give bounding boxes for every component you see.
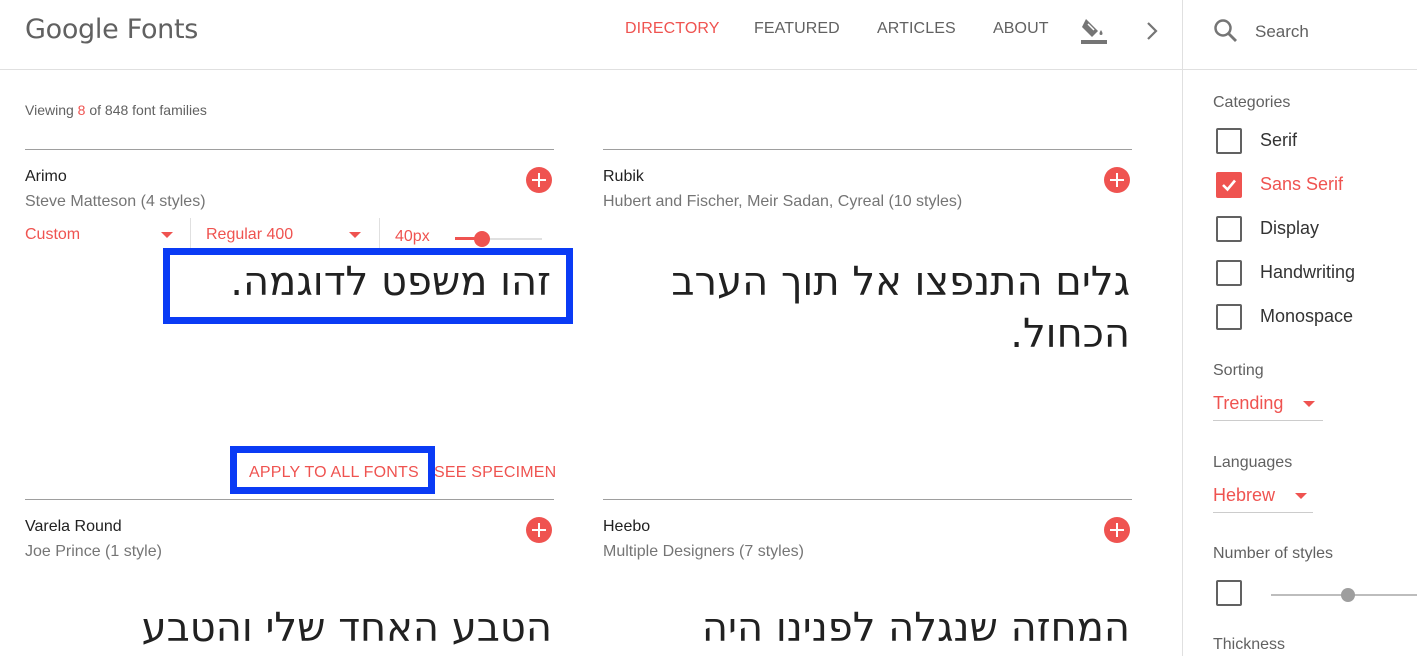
add-font-icon[interactable]	[526, 167, 552, 193]
category-monospace[interactable]: Monospace	[1216, 304, 1416, 330]
chevron-right-icon[interactable]	[1141, 20, 1163, 42]
languages-select[interactable]: Hebrew	[1213, 483, 1313, 513]
nav-directory[interactable]: DIRECTORY	[625, 20, 720, 38]
font-card-arimo: Arimo Steve Matteson (4 styles) Custom R…	[25, 149, 556, 499]
result-count-prefix: Viewing	[25, 102, 78, 118]
sample-text-select[interactable]: Custom	[25, 220, 175, 250]
dropdown-arrow-icon	[1303, 401, 1315, 407]
checkbox[interactable]	[1216, 260, 1242, 286]
google-fonts-logo[interactable]: Google Fonts	[25, 14, 198, 45]
font-card-varela-round: Varela Round Joe Prince (1 style) הטבע ה…	[25, 499, 554, 656]
divider	[379, 218, 380, 250]
sorting-heading: Sorting	[1213, 362, 1264, 379]
result-count: Viewing 8 of 848 font families	[25, 102, 207, 118]
category-handwriting[interactable]: Handwriting	[1216, 260, 1416, 286]
checkbox[interactable]	[1216, 172, 1242, 198]
result-count-suffix: of 848 font families	[85, 102, 207, 118]
font-sample-text[interactable]: גלים התנפצו אל תוך הערב הכחול.	[601, 256, 1130, 360]
font-style-value: Regular 400	[206, 226, 294, 243]
filter-sidebar: Categories Serif Sans Serif Display Hand…	[1182, 0, 1417, 656]
nav-about[interactable]: ABOUT	[993, 20, 1049, 38]
font-card-rubik: Rubik Hubert and Fischer, Meir Sadan, Cy…	[603, 149, 1132, 499]
font-size-readout: 40px	[395, 220, 445, 250]
font-sample-text[interactable]: המחזה שנגלה לפנינו היה	[702, 602, 1130, 654]
category-display[interactable]: Display	[1216, 216, 1416, 242]
sorting-select[interactable]: Trending	[1213, 391, 1323, 421]
dropdown-arrow-icon	[349, 232, 361, 238]
styles-checkbox[interactable]	[1216, 580, 1242, 606]
styles-slider-thumb[interactable]	[1341, 588, 1355, 602]
languages-value: Hebrew	[1213, 485, 1276, 505]
dropdown-arrow-icon	[161, 232, 173, 238]
nav-featured[interactable]: FEATURED	[754, 20, 840, 38]
font-designer: Joe Prince (1 style)	[25, 543, 162, 560]
top-bar: Google Fonts DIRECTORY FEATURED ARTICLES…	[0, 0, 1182, 70]
font-size-slider-thumb[interactable]	[474, 231, 490, 247]
category-label: Sans Serif	[1260, 174, 1344, 194]
category-serif[interactable]: Serif	[1216, 128, 1416, 154]
apply-to-all-fonts-button[interactable]: APPLY TO ALL FONTS	[249, 464, 419, 482]
font-designer: Steve Matteson (4 styles)	[25, 193, 206, 210]
font-style-select[interactable]: Regular 400	[206, 220, 366, 250]
font-sample-text[interactable]: הטבע האחד שלי והטבע	[142, 602, 552, 654]
dropdown-arrow-icon	[1295, 493, 1307, 499]
category-label: Handwriting	[1260, 262, 1356, 282]
sorting-value: Trending	[1213, 393, 1284, 413]
category-label: Serif	[1260, 130, 1298, 150]
font-size-value: 40px	[395, 228, 430, 245]
paint-bucket-icon[interactable]	[1078, 14, 1110, 46]
font-name[interactable]: Rubik	[603, 168, 644, 186]
add-font-icon[interactable]	[526, 517, 552, 543]
add-font-icon[interactable]	[1104, 167, 1130, 193]
font-designer: Hubert and Fischer, Meir Sadan, Cyreal (…	[603, 193, 963, 210]
font-name[interactable]: Varela Round	[25, 518, 122, 536]
add-font-icon[interactable]	[1104, 517, 1130, 543]
font-name[interactable]: Arimo	[25, 168, 67, 186]
font-sample-text[interactable]: זהו משפט לדוגמה.	[230, 256, 551, 308]
see-specimen-button[interactable]: SEE SPECIMEN	[434, 464, 556, 482]
sample-text-value: Custom	[25, 226, 81, 243]
category-label: Monospace	[1260, 306, 1354, 326]
search-input[interactable]	[1255, 18, 1405, 46]
search-icon	[1214, 19, 1237, 42]
font-card-heebo: Heebo Multiple Designers (7 styles) המחז…	[603, 499, 1132, 656]
checkmark-icon	[1222, 179, 1236, 192]
checkbox[interactable]	[1216, 304, 1242, 330]
thickness-heading: Thickness	[1213, 636, 1286, 653]
checkbox[interactable]	[1216, 216, 1242, 242]
number-of-styles-heading: Number of styles	[1213, 545, 1334, 562]
category-sans-serif[interactable]: Sans Serif	[1216, 172, 1416, 198]
checkbox[interactable]	[1216, 128, 1242, 154]
languages-heading: Languages	[1213, 454, 1293, 471]
category-label: Display	[1260, 218, 1320, 238]
search-bar	[1183, 0, 1417, 70]
nav-articles[interactable]: ARTICLES	[877, 20, 956, 38]
categories-heading: Categories	[1213, 94, 1291, 111]
font-name[interactable]: Heebo	[603, 518, 650, 536]
divider	[190, 218, 191, 250]
font-designer: Multiple Designers (7 styles)	[603, 543, 804, 560]
